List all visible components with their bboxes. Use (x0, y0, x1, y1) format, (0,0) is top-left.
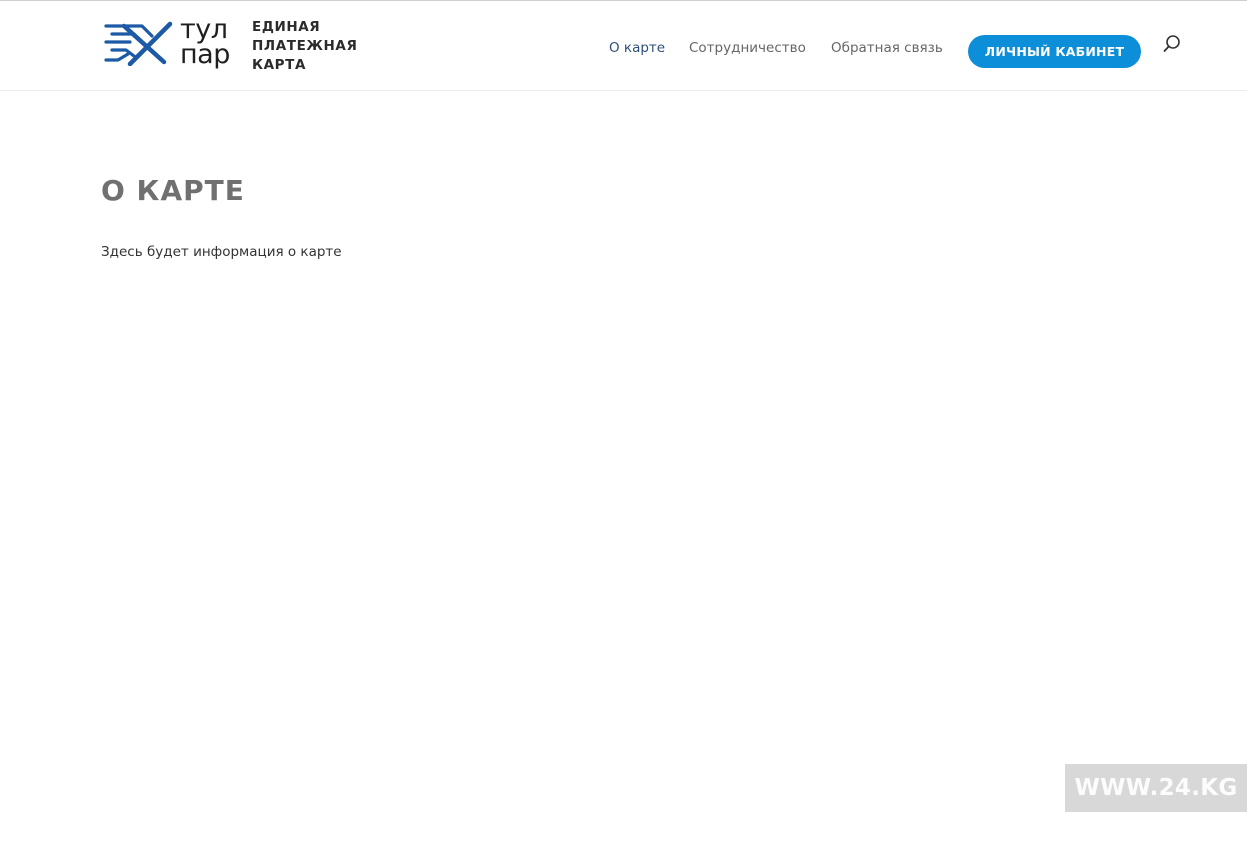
tulpar-logo-icon (104, 21, 173, 66)
brand-wordmark-line: пар (180, 39, 230, 70)
nav-item-feedback[interactable]: Обратная связь (831, 40, 943, 56)
page-title: О КАРТЕ (101, 174, 245, 207)
nav-item-cooperation[interactable]: Сотрудничество (689, 40, 806, 56)
site-logo[interactable]: тул пар ЕДИНАЯ ПЛАТЕЖНАЯ КАРТА (104, 16, 357, 75)
page (0, 0, 1247, 862)
brand-tagline: ЕДИНАЯ ПЛАТЕЖНАЯ КАРТА (252, 18, 357, 75)
brand-tagline-line: КАРТА (252, 57, 307, 73)
watermark: WWW.24.KG (1065, 764, 1247, 812)
page-body-text: Здесь будет информация о карте (101, 244, 342, 260)
brand-tagline-line: ЕДИНАЯ (252, 19, 321, 35)
nav-item-about-card[interactable]: О карте (609, 40, 665, 56)
personal-account-button[interactable]: ЛИЧНЫЙ КАБИНЕТ (968, 35, 1141, 68)
brand-wordmark: тул пар (180, 16, 248, 70)
brand-tagline-line: ПЛАТЕЖНАЯ (252, 38, 358, 54)
site-header: тул пар ЕДИНАЯ ПЛАТЕЖНАЯ КАРТА О карте С… (0, 1, 1247, 91)
search-icon[interactable] (1162, 34, 1182, 54)
